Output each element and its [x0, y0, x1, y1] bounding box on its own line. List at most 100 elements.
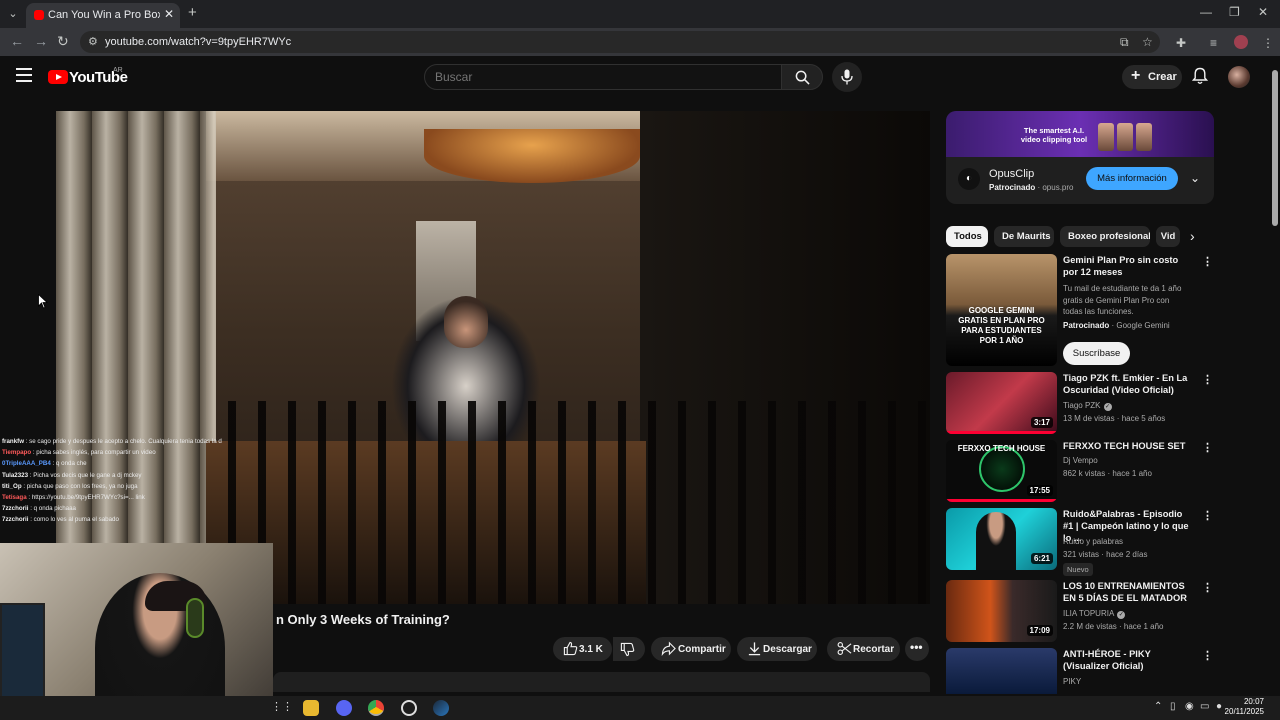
description-box[interactable]	[273, 672, 930, 692]
chevron-down-icon[interactable]: ⌄	[1190, 171, 1200, 185]
browser-menu-icon[interactable]: ⋮	[1262, 36, 1274, 50]
obs-icon[interactable]	[401, 700, 417, 716]
media-controls-icon[interactable]: ≡	[1210, 36, 1217, 50]
recommendation-item[interactable]: 3:17 Tiago PZK ft. Emkier - En La Oscuri…	[946, 372, 1214, 434]
new-tab-icon[interactable]: +	[188, 4, 197, 21]
menu-icon[interactable]	[16, 68, 32, 82]
new-badge: Nuevo	[1063, 563, 1093, 576]
voice-search-button[interactable]	[832, 62, 862, 92]
subscribe-button[interactable]: Suscríbase	[1063, 342, 1130, 365]
sponsored-ad-card[interactable]: The smartest A.I. video clipping tool ◐ …	[946, 111, 1214, 204]
chip-boxeo-profesional[interactable]: Boxeo profesional	[1060, 226, 1150, 247]
more-vert-icon[interactable]: ⋮	[1202, 649, 1213, 662]
thumbnail[interactable]	[946, 648, 1057, 694]
discord-icon[interactable]	[336, 700, 352, 716]
rec-title[interactable]: LOS 10 ENTRENAMIENTOS EN 5 DÍAS DE EL MA…	[1063, 580, 1191, 604]
search-button[interactable]	[781, 64, 823, 90]
chevron-right-icon[interactable]: ›	[1190, 228, 1195, 244]
clock-date[interactable]: 20/11/2025	[1220, 707, 1264, 716]
recommendation-item[interactable]: FERXXO TECH HOUSE 17:55 FERXXO TECH HOUS…	[946, 440, 1214, 502]
reload-icon[interactable]: ↻	[57, 33, 69, 50]
chat-username: Tiempapo	[2, 449, 32, 457]
ad-banner[interactable]: The smartest A.I. video clipping tool	[946, 111, 1214, 157]
display-icon[interactable]: ▭	[1200, 701, 1209, 712]
download-button[interactable]: Descargar	[737, 637, 817, 661]
thumbnail[interactable]: 6:21	[946, 508, 1057, 570]
thumbnail[interactable]: 17:09	[946, 580, 1057, 642]
chat-text: : q onda che	[50, 460, 87, 468]
like-button[interactable]: 3.1 K	[553, 637, 612, 661]
profile-avatar-icon[interactable]	[1234, 35, 1248, 49]
chip-de-maurits[interactable]: De Maurits	[994, 226, 1054, 247]
rec-title[interactable]: Gemini Plan Pro sin costo por 12 meses	[1063, 254, 1191, 278]
rec-title[interactable]: ANTI-HÉROE - PIKY (Visualizer Oficial)	[1063, 648, 1191, 672]
chat-message: titi_Op : picha que paso con los frees, …	[2, 481, 222, 492]
back-icon[interactable]: ←	[10, 33, 24, 49]
more-actions-button[interactable]: •••	[905, 637, 929, 661]
install-app-icon[interactable]: ⧉	[1120, 35, 1129, 50]
rec-channel[interactable]: Tiago PZK	[1063, 401, 1101, 410]
bell-icon[interactable]	[1192, 67, 1208, 85]
chat-text: : Picha vos decis que le gane a dj mckey	[28, 471, 142, 479]
rec-title[interactable]: Tiago PZK ft. Emkier - En La Oscuridad (…	[1063, 372, 1191, 396]
duration-badge: 6:21	[1030, 553, 1053, 564]
forward-icon[interactable]: →	[34, 33, 48, 49]
bookmark-star-icon[interactable]: ☆	[1142, 35, 1153, 49]
recommendation-item[interactable]: 17:09 LOS 10 ENTRENAMIENTOS EN 5 DÍAS DE…	[946, 580, 1214, 642]
restore-icon[interactable]: ❐	[1229, 5, 1240, 19]
tray-overflow-icon[interactable]: ⌃	[1154, 701, 1162, 712]
clip-button[interactable]: Recortar	[827, 637, 900, 661]
address-bar[interactable]: ⚙ youtube.com/watch?v=9tpyEHR7WYc ⧉ ☆	[80, 31, 1160, 53]
watch-progress-bar	[946, 431, 1057, 434]
tab-close-icon[interactable]: ✕	[164, 7, 174, 21]
ad-sponsored-label: Patrocinado	[989, 183, 1036, 192]
chat-message: Tiempapo : picha sabes inglés, para comp…	[2, 447, 222, 458]
rec-meta: 321 vistas · hace 2 días	[1063, 550, 1148, 559]
more-vert-icon[interactable]: ⋮	[1202, 581, 1213, 594]
avatar[interactable]	[1228, 66, 1250, 88]
dislike-button[interactable]	[613, 637, 645, 661]
more-vert-icon[interactable]: ⋮	[1202, 509, 1213, 522]
chat-text: : q onda pichaaa	[28, 505, 76, 513]
video-player[interactable]	[56, 111, 930, 604]
thumbnail[interactable]: 3:17	[946, 372, 1057, 434]
scrollbar-thumb[interactable]	[1272, 70, 1278, 226]
steam-icon[interactable]	[433, 700, 449, 716]
site-info-icon[interactable]: ⚙	[88, 35, 98, 48]
tab-search-icon[interactable]: ⌄	[4, 5, 22, 23]
page-scrollbar[interactable]	[1270, 56, 1280, 696]
chip-all[interactable]: Todos	[946, 226, 988, 247]
more-vert-icon[interactable]: ⋮	[1202, 441, 1213, 454]
search-input[interactable]	[435, 70, 765, 84]
extensions-icon[interactable]: ✚	[1176, 36, 1186, 50]
file-explorer-icon[interactable]	[303, 700, 319, 716]
thumbnail[interactable]: FERXXO TECH HOUSE 17:55	[946, 440, 1057, 502]
task-view-icon[interactable]: ⋮⋮	[271, 700, 293, 716]
browser-tab-active[interactable]: Can You Win a Pro Boxing Fight ✕	[26, 3, 180, 28]
rec-channel[interactable]: PIKY	[1063, 677, 1081, 686]
recommendation-item[interactable]: ANTI-HÉROE - PIKY (Visualizer Oficial) P…	[946, 648, 1214, 694]
battery-icon[interactable]: ▯	[1170, 701, 1176, 712]
network-icon[interactable]: ◉	[1185, 701, 1194, 712]
create-button[interactable]: + Crear	[1122, 65, 1182, 89]
chip-videos[interactable]: Vid	[1156, 226, 1180, 247]
thumbnail-gemini[interactable]: GOOGLE GEMINI GRATIS EN PLAN PRO PARA ES…	[946, 254, 1057, 366]
tab-title: Can You Win a Pro Boxing Fight	[48, 9, 160, 21]
chrome-icon[interactable]	[368, 700, 384, 716]
rec-channel[interactable]: Ruido y palabras	[1063, 537, 1123, 546]
clock-time[interactable]: 20:07	[1236, 697, 1264, 706]
share-button[interactable]: Compartir	[651, 637, 731, 661]
minimize-icon[interactable]: —	[1200, 5, 1212, 19]
rec-channel[interactable]: ILIA TOPURIA	[1063, 609, 1114, 618]
rec-meta: 2.2 M de vistas · hace 1 año	[1063, 622, 1164, 631]
rec-channel[interactable]: Dj Vempo	[1063, 456, 1098, 465]
url-text[interactable]: youtube.com/watch?v=9tpyEHR7WYc	[105, 36, 291, 48]
share-icon	[661, 641, 676, 656]
more-vert-icon[interactable]: ⋮	[1202, 255, 1213, 268]
window-close-icon[interactable]: ✕	[1258, 5, 1268, 19]
search-box[interactable]	[424, 64, 782, 90]
ad-cta-button[interactable]: Más información	[1086, 167, 1178, 190]
rec-title[interactable]: FERXXO TECH HOUSE SET	[1063, 440, 1191, 452]
more-vert-icon[interactable]: ⋮	[1202, 373, 1213, 386]
plus-icon: +	[1131, 67, 1141, 84]
